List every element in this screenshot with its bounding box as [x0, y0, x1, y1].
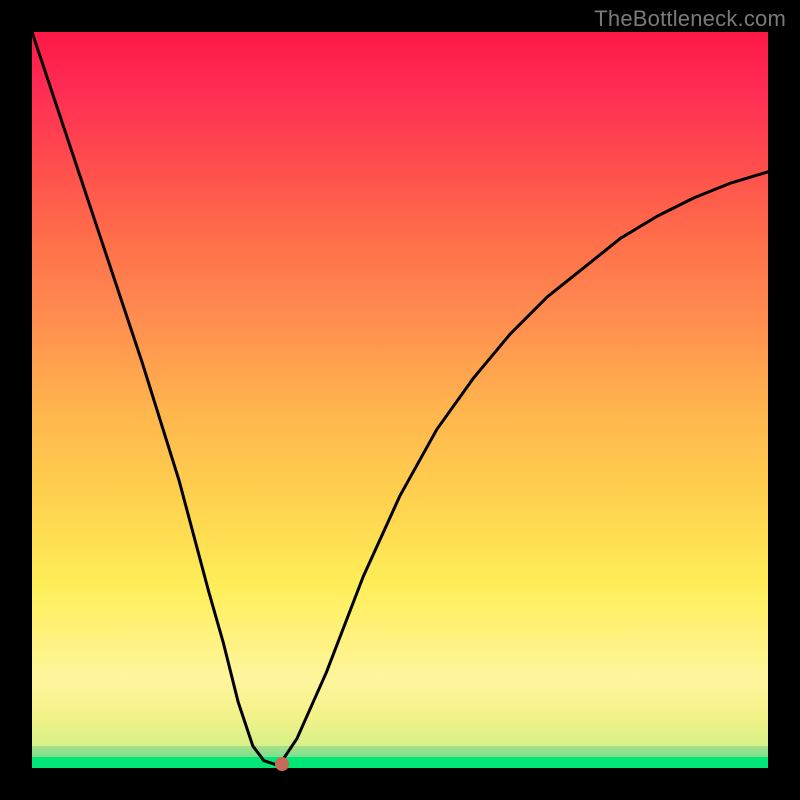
curve-svg: [32, 32, 768, 768]
plot-area: [32, 32, 768, 768]
chart-stage: TheBottleneck.com: [0, 0, 800, 800]
bottleneck-curve-path: [32, 32, 768, 764]
watermark-text: TheBottleneck.com: [594, 6, 786, 32]
min-point-marker: [275, 757, 289, 771]
